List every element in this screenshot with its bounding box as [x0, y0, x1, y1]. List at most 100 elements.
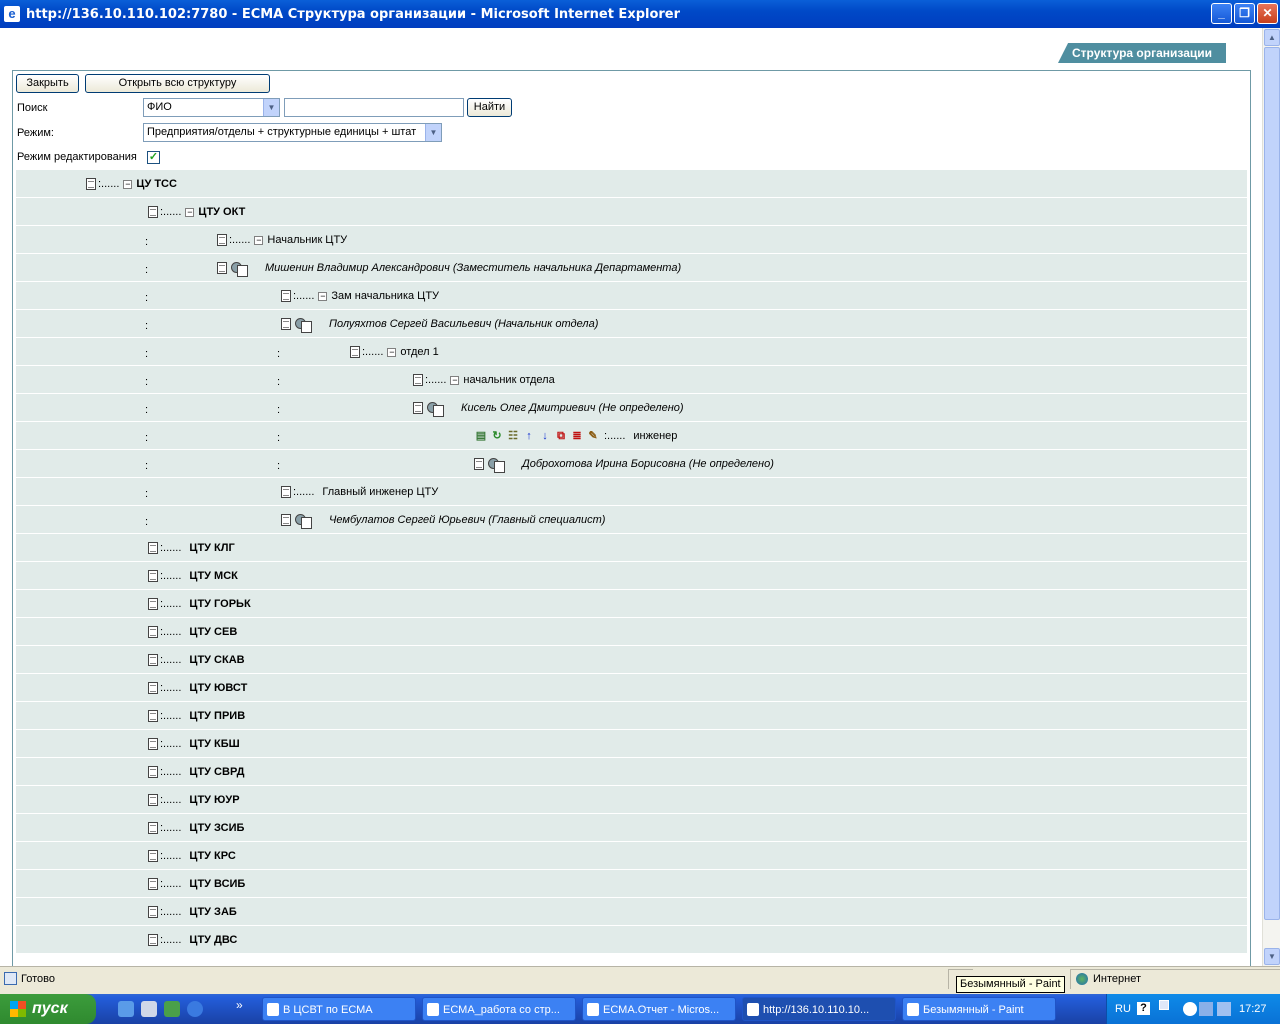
add-node-icon[interactable]: ▤ — [474, 430, 488, 443]
maximize-button[interactable]: ❐ — [1234, 3, 1255, 24]
tree-node-label[interactable]: Полуяхтов Сергей Васильевич (Начальник о… — [329, 318, 598, 330]
edit-mode-checkbox[interactable]: ✓ — [147, 151, 160, 164]
tree-node[interactable]: :...... ЦТУ ПРИВ — [148, 710, 245, 722]
collapse-icon[interactable]: − — [387, 348, 397, 357]
tree-node[interactable]: :...... − отдел 1 — [350, 346, 439, 358]
tree-node-label[interactable]: ЦТУ ВСИБ — [189, 878, 245, 890]
tree-node-label[interactable]: Начальник ЦТУ — [267, 234, 347, 246]
document-icon[interactable] — [413, 402, 423, 414]
help-tray-icon[interactable]: ? — [1137, 1002, 1150, 1015]
document-icon[interactable] — [148, 906, 158, 918]
tree-icon[interactable]: ☷ — [506, 430, 520, 443]
chevron-down-icon[interactable]: ▼ — [425, 124, 441, 141]
document-icon[interactable] — [217, 262, 227, 274]
tree-node-label[interactable]: ЦТУ ДВС — [189, 934, 237, 946]
open-all-structure-button[interactable]: Открыть всю структуру — [85, 74, 270, 93]
tree-node[interactable]: :...... ЦТУ КБШ — [148, 738, 240, 750]
document-icon[interactable] — [148, 570, 158, 582]
tree-node-label[interactable]: Мишенин Владимир Александрович (Заместит… — [265, 262, 681, 274]
tree-node[interactable]: :...... ЦТУ ВСИБ — [148, 878, 245, 890]
tree-node[interactable]: :...... ЦТУ ЗАБ — [148, 906, 237, 918]
tree-node[interactable]: :...... ЦТУ СЕВ — [148, 626, 237, 638]
vertical-scrollbar[interactable]: ▲ ▼ — [1262, 28, 1280, 966]
tree-node[interactable]: :...... ЦТУ МСК — [148, 570, 238, 582]
chevron-down-icon[interactable]: ▼ — [263, 99, 279, 116]
tree-node-label[interactable]: ЦТУ ЮВСТ — [189, 682, 247, 694]
document-icon[interactable] — [148, 766, 158, 778]
tree-node[interactable]: :...... − Зам начальника ЦТУ — [281, 290, 439, 302]
document-icon[interactable] — [148, 850, 158, 862]
tree-node[interactable]: :...... ЦТУ СКАВ — [148, 654, 245, 666]
tree-node[interactable]: Кисель Олег Дмитриевич (Не определено) — [413, 402, 684, 417]
document-icon[interactable] — [148, 738, 158, 750]
collapse-icon[interactable]: − — [254, 236, 264, 245]
tree-node-label[interactable]: ЦТУ ПРИВ — [189, 710, 245, 722]
quicklaunch-more-icon[interactable]: » — [236, 998, 243, 1012]
tree-node[interactable]: :...... − ЦУ ТСС — [86, 178, 177, 190]
collapse-icon[interactable]: − — [185, 208, 195, 217]
tree-node-label[interactable]: Чембулатов Сергей Юрьевич (Главный специ… — [329, 514, 605, 526]
tree-node-label[interactable]: ЦТУ ГОРЬК — [189, 598, 250, 610]
scroll-down-icon[interactable]: ▼ — [1264, 948, 1280, 965]
document-icon[interactable] — [413, 374, 423, 386]
document-icon[interactable] — [148, 822, 158, 834]
tree-node-label[interactable]: Доброхотова Ирина Борисовна (Не определе… — [522, 458, 774, 470]
people-icon[interactable] — [427, 402, 444, 417]
arrow-down-icon[interactable]: ↓ — [538, 430, 552, 443]
tree-node[interactable]: :...... Главный инженер ЦТУ — [281, 486, 438, 498]
windows-tray-icon[interactable] — [1159, 1000, 1169, 1010]
document-icon[interactable] — [148, 682, 158, 694]
tree-node-label[interactable]: Кисель Олег Дмитриевич (Не определено) — [461, 402, 684, 414]
search-input[interactable] — [284, 98, 464, 117]
tree-node-label[interactable]: Главный инженер ЦТУ — [322, 486, 438, 498]
tree-node-label[interactable]: ЦТУ ЮУР — [189, 794, 239, 806]
tree-node-label[interactable]: ЦТУ СВРД — [189, 766, 244, 778]
tree-node[interactable]: :...... ЦТУ СВРД — [148, 766, 244, 778]
tree-node[interactable]: :...... ЦТУ ЮУР — [148, 794, 240, 806]
mode-select[interactable]: Предприятия/отделы + структурные единицы… — [143, 123, 442, 142]
document-icon[interactable] — [281, 486, 291, 498]
tree-node[interactable]: Доброхотова Ирина Борисовна (Не определе… — [474, 458, 774, 473]
people-icon[interactable] — [488, 458, 505, 473]
taskbar-button[interactable]: ЕСМА.Отчет - Micros... — [582, 997, 736, 1021]
arrow-up-icon[interactable]: ↑ — [522, 430, 536, 443]
document-icon[interactable] — [148, 626, 158, 638]
document-icon[interactable] — [474, 458, 484, 470]
network-tray-icon[interactable] — [1199, 1002, 1213, 1016]
quicklaunch-ie-icon[interactable] — [118, 1001, 134, 1017]
refresh-icon[interactable]: ↻ — [490, 430, 504, 443]
tree-node-label[interactable]: ЦТУ ЗСИБ — [189, 822, 244, 834]
tree-node[interactable]: :...... ЦТУ ЗСИБ — [148, 822, 244, 834]
tree-node-label[interactable]: ЦТУ СЕВ — [189, 626, 237, 638]
document-icon[interactable] — [148, 794, 158, 806]
edit-icon[interactable]: ✎ — [586, 430, 600, 443]
chevron-left-icon[interactable] — [1183, 1002, 1197, 1016]
tree-node-label[interactable]: ЦТУ СКАВ — [189, 654, 244, 666]
tree-node[interactable]: :...... − Начальник ЦТУ — [217, 234, 347, 246]
document-icon[interactable] — [148, 654, 158, 666]
tree-node[interactable]: :...... ЦТУ ДВС — [148, 934, 237, 946]
tree-node-label[interactable]: ЦТУ ЗАБ — [189, 906, 236, 918]
taskbar-button[interactable]: В ЦСВТ по ЕСМА — [262, 997, 416, 1021]
tree-node[interactable]: :...... ЦТУ ГОРЬК — [148, 598, 251, 610]
document-icon[interactable] — [148, 206, 158, 218]
list-delete-icon[interactable]: ≣ — [570, 430, 584, 443]
scroll-up-icon[interactable]: ▲ — [1264, 29, 1280, 46]
tree-node-label[interactable]: ЦТУ КБШ — [189, 738, 239, 750]
document-icon[interactable] — [86, 178, 96, 190]
tree-node-label[interactable]: ЦТУ КРС — [189, 850, 235, 862]
document-icon[interactable] — [350, 346, 360, 358]
link-icon[interactable]: ⧉ — [554, 430, 568, 443]
tree-node[interactable]: Мишенин Владимир Александрович (Заместит… — [217, 262, 681, 277]
taskbar-button[interactable]: ЕСМА_работа со стр... — [422, 997, 576, 1021]
tree-node[interactable]: :...... ЦТУ КРС — [148, 850, 236, 862]
language-indicator[interactable]: RU — [1115, 1003, 1131, 1015]
find-button[interactable]: Найти — [467, 98, 512, 117]
tree-node-label[interactable]: ЦТУ ОКТ — [198, 206, 245, 218]
collapse-icon[interactable]: − — [318, 292, 328, 301]
people-icon[interactable] — [295, 318, 312, 333]
taskbar-button[interactable]: http://136.10.110.10... — [742, 997, 896, 1021]
collapse-icon[interactable]: − — [123, 180, 133, 189]
start-button[interactable]: пуск — [0, 994, 96, 1024]
quicklaunch-doc-icon[interactable] — [141, 1001, 157, 1017]
